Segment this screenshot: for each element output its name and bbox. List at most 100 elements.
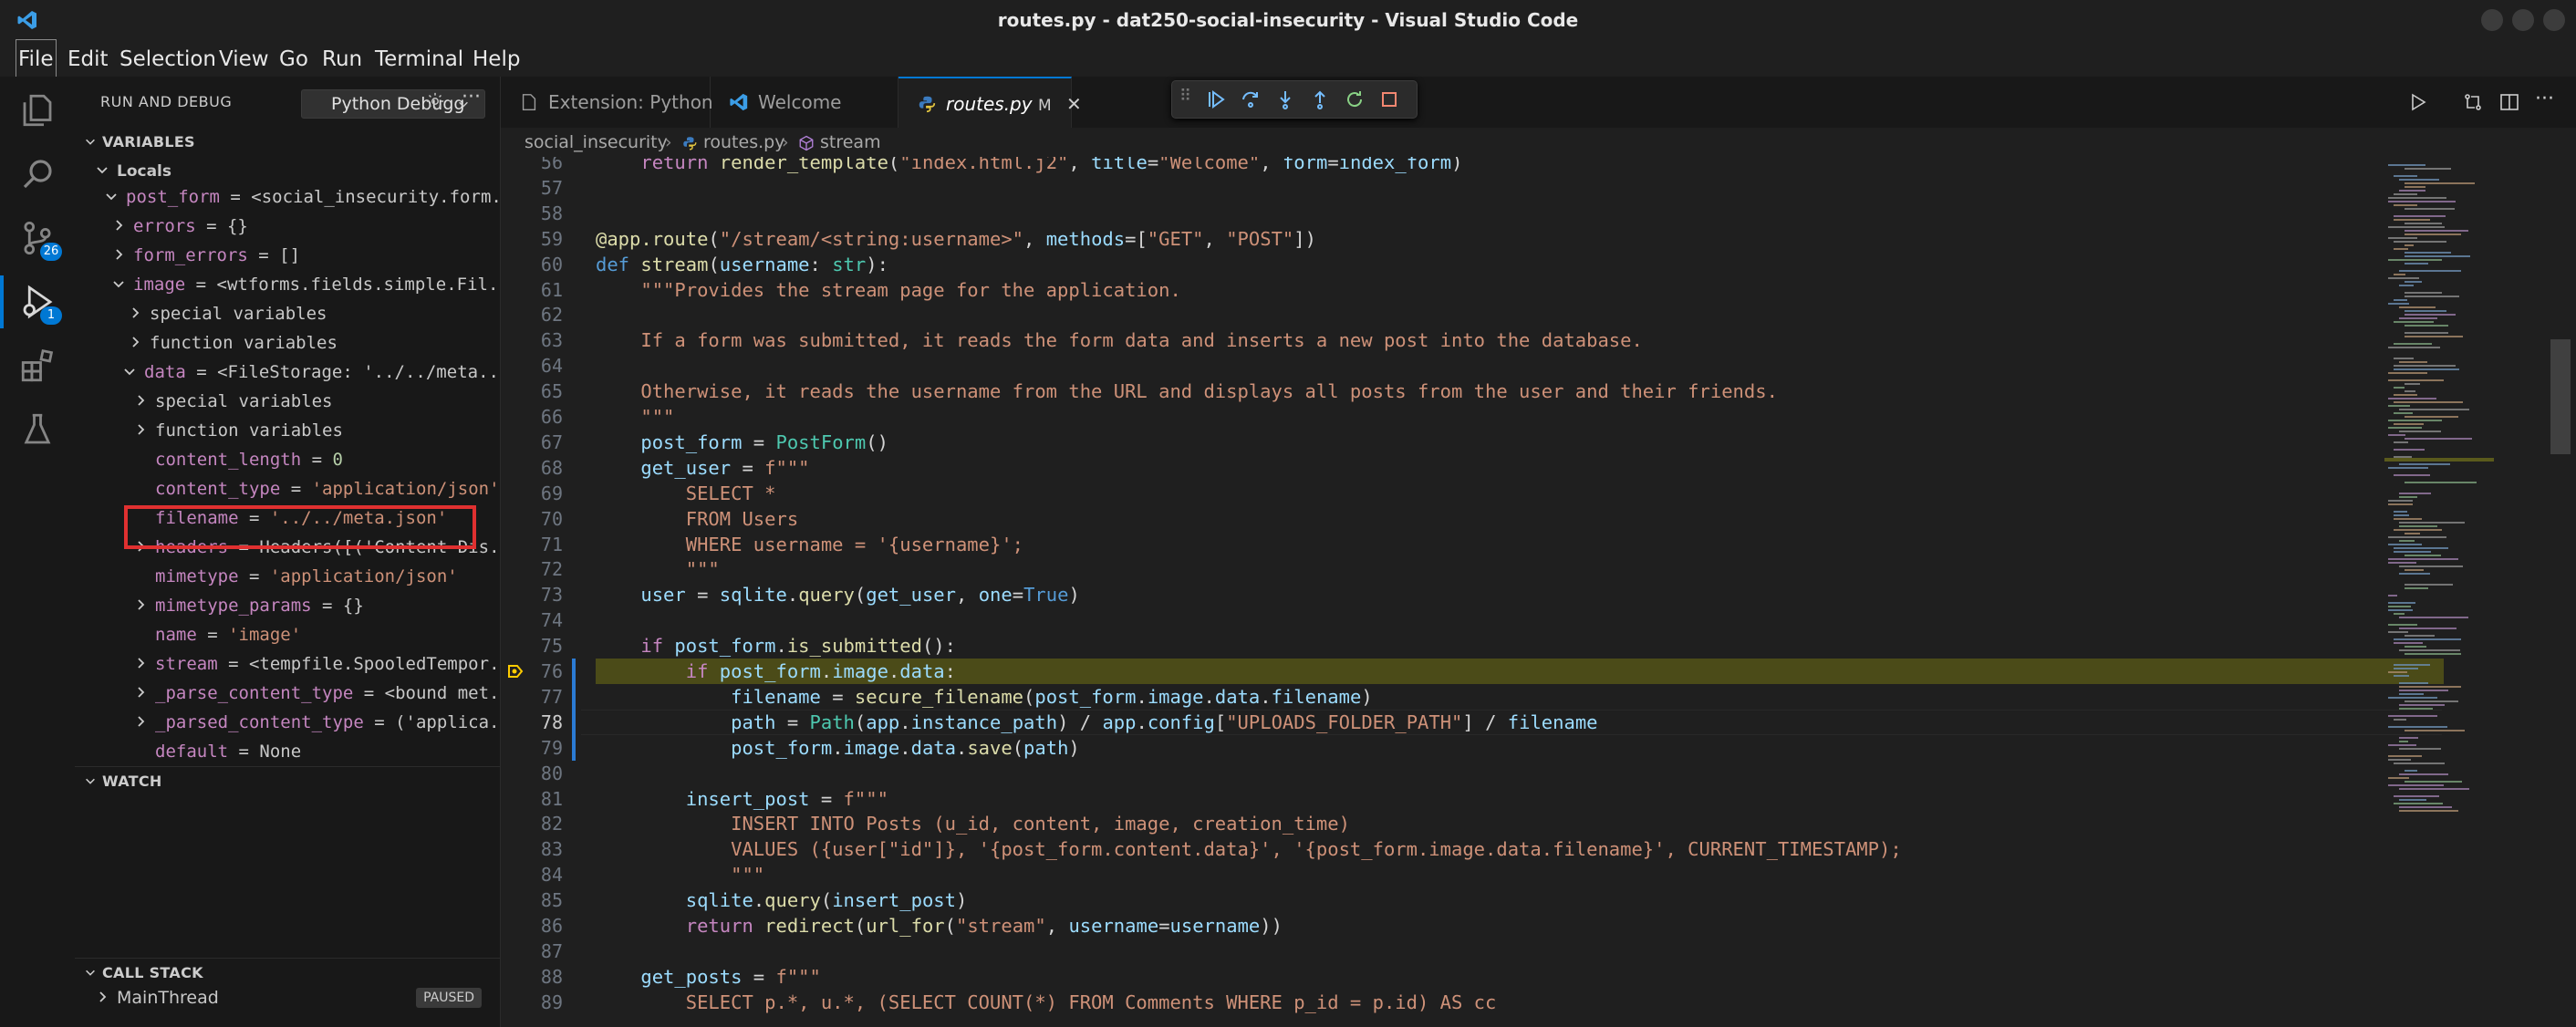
breadcrumb-file[interactable]: routes.py: [703, 128, 784, 157]
more-actions-icon[interactable]: ···: [2535, 88, 2554, 110]
run-debug-icon[interactable]: 1: [0, 275, 62, 328]
variable-value: 'application/json': [311, 479, 500, 499]
code-editor[interactable]: 56 return render_template("index.html.j2…: [501, 157, 2576, 1027]
code-line[interactable]: if post_form.image.data:: [596, 659, 956, 684]
code-line[interactable]: VALUES ({user["id"]}, '{post_form.conten…: [596, 836, 1902, 862]
variable-row[interactable]: post_form = <social_insecurity.form...: [104, 182, 500, 212]
step-into-icon[interactable]: [1274, 88, 1296, 110]
tab-routes-py[interactable]: routes.py M ✕: [898, 77, 1082, 128]
continue-icon[interactable]: [1205, 88, 1227, 110]
variable-row[interactable]: function variables: [133, 416, 343, 445]
code-line[interactable]: get_posts = f""": [596, 964, 821, 990]
search-icon[interactable]: [18, 155, 57, 193]
code-line[interactable]: return redirect(url_for("stream", userna…: [596, 913, 1283, 939]
menu-edit[interactable]: Edit: [68, 40, 109, 77]
watch-section-header[interactable]: WATCH: [75, 766, 500, 794]
code-line[interactable]: return render_template("index.html.j2", …: [596, 157, 1462, 175]
code-line[interactable]: sqlite.query(insert_post): [596, 887, 968, 913]
variable-name: name: [155, 625, 197, 645]
equals-sign: =: [219, 187, 252, 207]
code-line[interactable]: get_user = f""": [596, 455, 809, 481]
variable-row[interactable]: stream = <tempfile.SpooledTempor...: [133, 649, 500, 679]
code-line[interactable]: """Provides the stream page for the appl…: [596, 277, 1180, 303]
menu-run[interactable]: Run: [322, 40, 362, 77]
code-line[interactable]: user = sqlite.query(get_user, one=True): [596, 582, 1079, 607]
code-line[interactable]: """: [596, 556, 720, 582]
extensions-icon[interactable]: [18, 347, 57, 385]
variable-row[interactable]: special variables: [133, 387, 332, 416]
code-line[interactable]: SELECT p.*, u.*, (SELECT COUNT(*) FROM C…: [596, 990, 1497, 1015]
equals-sign: =: [217, 654, 249, 674]
source-control-icon[interactable]: 26: [18, 219, 62, 261]
code-line[interactable]: @app.route("/stream/<string:username>", …: [596, 226, 1316, 252]
run-icon[interactable]: [2407, 91, 2429, 113]
tab-welcome[interactable]: Welcome: [711, 77, 898, 128]
variable-row[interactable]: _parse_content_type = <bound met...: [133, 679, 500, 708]
step-out-icon[interactable]: [1309, 88, 1331, 110]
code-line[interactable]: """: [596, 404, 674, 430]
maximize-button[interactable]: [2512, 9, 2534, 31]
breadcrumb-symbol[interactable]: stream: [820, 128, 881, 157]
more-actions-icon[interactable]: ···: [462, 86, 481, 109]
main-thread-label: MainThread: [117, 988, 219, 1008]
code-line[interactable]: post_form.image.data.save(path): [596, 735, 1080, 761]
variable-row[interactable]: errors = {}: [111, 212, 248, 241]
variable-name: mimetype: [155, 566, 239, 586]
code-line[interactable]: SELECT *: [596, 481, 776, 506]
stop-icon[interactable]: [1378, 88, 1400, 110]
code-line[interactable]: filename = secure_filename(post_form.ima…: [596, 684, 1373, 710]
variable-row[interactable]: content_length = 0: [133, 445, 343, 474]
variable-row[interactable]: default = None: [133, 737, 301, 766]
variable-row[interactable]: form_errors = []: [111, 241, 300, 270]
minimap[interactable]: [2384, 157, 2494, 1027]
code-line[interactable]: INSERT INTO Posts (u_id, content, image,…: [596, 811, 1350, 836]
menu-view[interactable]: View: [219, 40, 269, 77]
code-line[interactable]: Otherwise, it reads the username from th…: [596, 379, 1778, 404]
gear-icon[interactable]: [425, 91, 445, 111]
menu-selection[interactable]: Selection: [119, 40, 216, 77]
drag-handle-icon[interactable]: ⠿: [1179, 87, 1191, 106]
code-line[interactable]: def stream(username: str):: [596, 252, 888, 277]
compare-changes-icon[interactable]: [2462, 91, 2484, 113]
code-line[interactable]: path = Path(app.instance_path) / app.con…: [596, 710, 1597, 735]
code-line[interactable]: if post_form.is_submitted():: [596, 633, 956, 659]
menu-help[interactable]: Help: [473, 40, 520, 77]
menu-file[interactable]: File: [16, 39, 57, 78]
minimize-button[interactable]: [2481, 9, 2503, 31]
call-stack-section-header[interactable]: CALL STACK: [75, 958, 500, 986]
variable-row[interactable]: special variables: [128, 299, 327, 328]
menu-go[interactable]: Go: [279, 40, 308, 77]
variable-row[interactable]: _parsed_content_type = ('applica...: [133, 708, 500, 737]
main-thread-item[interactable]: MainThread: [95, 983, 219, 1012]
split-editor-icon[interactable]: [2498, 91, 2520, 113]
variable-row[interactable]: function variables: [128, 328, 338, 358]
code-line[interactable]: WHERE username = '{username}';: [596, 532, 1023, 557]
variables-section-header[interactable]: VARIABLES: [75, 128, 500, 155]
variable-row[interactable]: content_type = 'application/json': [133, 474, 500, 503]
variable-row[interactable]: name = 'image': [133, 620, 301, 649]
close-tab-icon[interactable]: ✕: [1066, 93, 1082, 115]
debug-badge: 1: [40, 306, 62, 325]
testing-flask-icon[interactable]: [18, 410, 57, 449]
variable-row[interactable]: mimetype_params = {}: [133, 591, 364, 620]
restart-icon[interactable]: [1344, 88, 1366, 110]
variable-row[interactable]: mimetype = 'application/json': [133, 562, 458, 591]
code-line[interactable]: If a form was submitted, it reads the fo…: [596, 327, 1642, 353]
line-number: 82: [540, 813, 563, 835]
line-number: 75: [540, 635, 563, 658]
menu-terminal[interactable]: Terminal: [375, 40, 463, 77]
debug-config-dropdown[interactable]: Python Debugg: [301, 89, 485, 119]
close-window-button[interactable]: [2543, 9, 2565, 31]
variable-row[interactable]: data = <FileStorage: '../../meta...: [122, 358, 500, 387]
variable-name: special variables: [150, 304, 327, 324]
breadcrumb-folder[interactable]: social_insecurity: [525, 128, 668, 157]
variable-row[interactable]: image = <wtforms.fields.simple.Fil...: [111, 270, 500, 299]
explorer-icon[interactable]: [18, 91, 57, 130]
editor-scrollbar[interactable]: [2550, 339, 2571, 454]
code-line[interactable]: insert_post = f""": [596, 786, 888, 812]
code-line[interactable]: """: [596, 862, 764, 887]
step-over-icon[interactable]: [1240, 88, 1262, 110]
tab-extension-python[interactable]: Extension: Python: [501, 77, 713, 128]
code-line[interactable]: post_form = PostForm(): [596, 430, 888, 455]
code-line[interactable]: FROM Users: [596, 506, 798, 532]
